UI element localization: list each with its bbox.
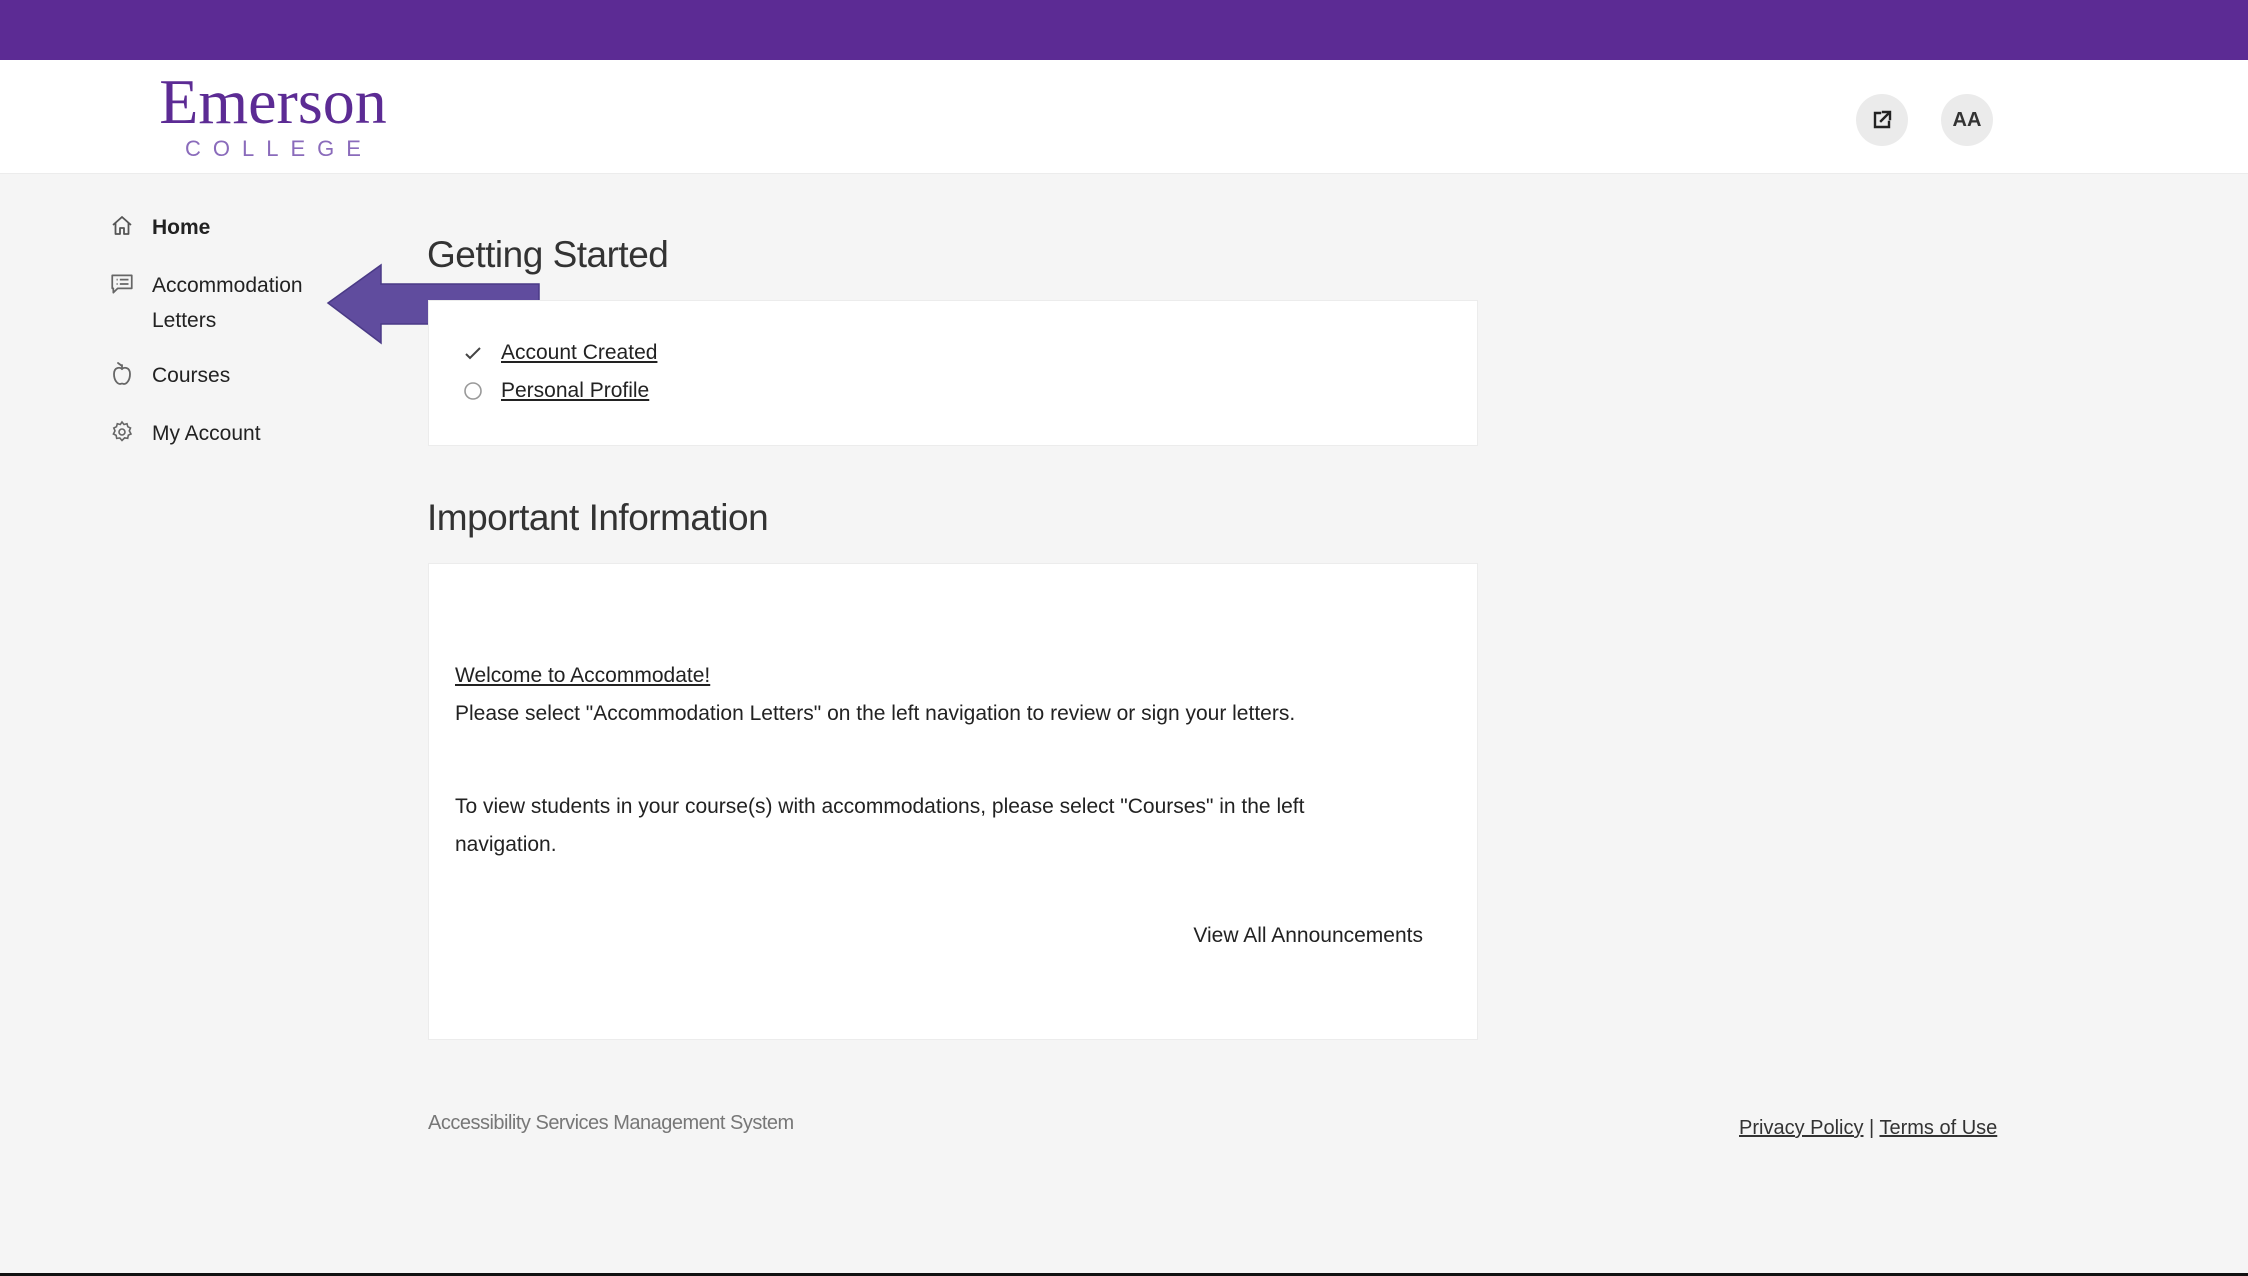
check-icon <box>463 343 483 363</box>
personal-profile-link[interactable]: Personal Profile <box>501 379 649 403</box>
home-icon <box>108 212 136 240</box>
apple-icon <box>108 360 136 388</box>
getting-started-card: Account Created Personal Profile <box>428 300 1478 446</box>
sidebar-item-label: Accommodation Letters <box>152 274 303 332</box>
important-information-title: Important Information <box>427 497 769 538</box>
terms-of-use-link[interactable]: Terms of Use <box>1879 1117 1997 1139</box>
text-size-label: AA <box>1952 108 1982 131</box>
announcement-paragraph-2-line-1: To view students in your course(s) with … <box>455 795 1305 818</box>
header: Emerson COLLEGE AA <box>0 60 2248 174</box>
sidebar-item-label: My Account <box>152 422 261 445</box>
external-link-icon <box>1873 110 1892 129</box>
announcement-paragraph-1: Please select "Accommodation Letters" on… <box>455 702 1296 725</box>
step-account-created: Account Created <box>463 341 657 365</box>
sidebar-item-label: Home <box>152 216 211 239</box>
sidebar-item-accommodation-letters[interactable]: Accommodation Letters <box>108 268 342 338</box>
announcement-paragraph-2-line-2: navigation. <box>455 833 557 856</box>
footer-separator: | <box>1869 1117 1875 1139</box>
sidebar-item-my-account[interactable]: My Account <box>108 416 342 451</box>
view-all-announcements-link[interactable]: View All Announcements <box>1193 924 1423 948</box>
getting-started-title: Getting Started <box>427 234 669 275</box>
footer-system-name: Accessibility Services Management System <box>428 1112 794 1134</box>
step-personal-profile: Personal Profile <box>463 379 649 403</box>
logo-word: Emerson <box>159 66 387 137</box>
text-size-button[interactable]: AA <box>1941 94 1993 146</box>
important-information-card: Welcome to Accommodate! Please select "A… <box>428 563 1478 1040</box>
external-link-button[interactable] <box>1856 94 1908 146</box>
sidebar-item-label: Courses <box>152 364 231 387</box>
gear-icon <box>108 418 136 446</box>
sidebar-item-courses[interactable]: Courses <box>108 358 342 393</box>
emerson-college-logo[interactable]: Emerson COLLEGE <box>152 70 394 162</box>
welcome-link[interactable]: Welcome to Accommodate! <box>455 657 710 695</box>
privacy-policy-link[interactable]: Privacy Policy <box>1739 1117 1863 1139</box>
circle-icon <box>463 381 483 401</box>
footer-links: Privacy Policy | Terms of Use <box>1739 1117 1997 1140</box>
logo-subtitle: COLLEGE <box>185 136 373 161</box>
top-brand-bar <box>0 0 2248 60</box>
account-created-link[interactable]: Account Created <box>501 341 657 365</box>
message-list-icon <box>108 270 136 298</box>
sidebar-item-home[interactable]: Home <box>108 210 342 245</box>
